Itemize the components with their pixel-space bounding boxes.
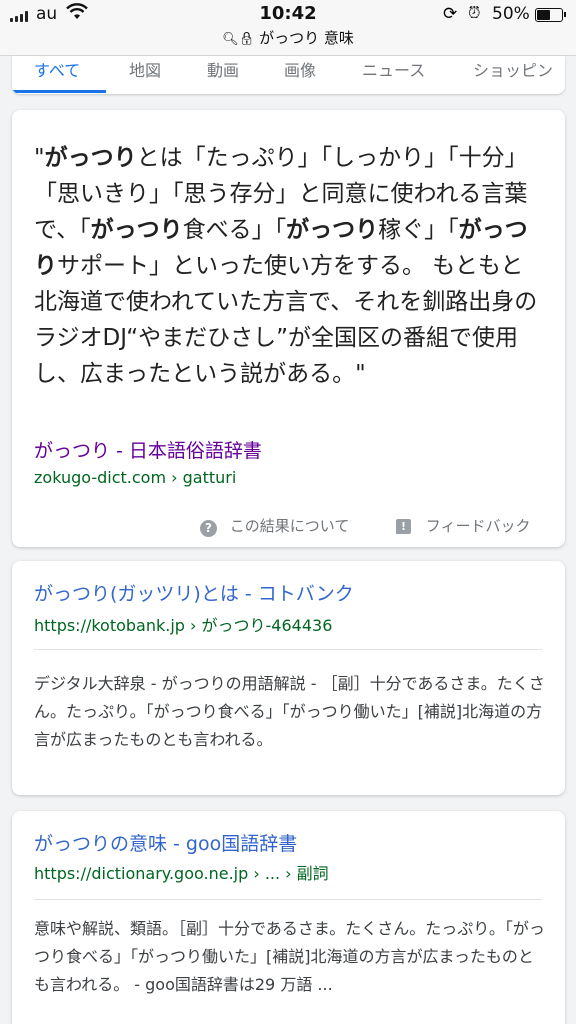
result-title[interactable]: がっつり(ガッツリ)とは - コトバンク (34, 579, 354, 606)
feedback-link[interactable]: ! フィードバック (396, 515, 530, 536)
tab-images[interactable]: 画像 (284, 57, 316, 81)
search-tabs: すべて 地図 動画 画像 ニュース ショッピン (12, 56, 565, 94)
address-bar[interactable]: 🔍︎🔒︎ がっつり 意味 (0, 27, 576, 48)
snippet-highlight: がっつり (44, 145, 137, 171)
active-tab-indicator (12, 90, 106, 93)
snippet-segment: サポート」といった使い方をする。 もともと北海道で使われていた方言で、それを釧路… (34, 253, 538, 387)
tab-news[interactable]: ニュース (362, 57, 425, 81)
search-result-card: がっつりの意味 - goo国語辞書 https://dictionary.goo… (12, 811, 565, 1024)
featured-snippet-card: "がっつりとは「たっぷり」「しっかり」「十分」「思いきり」「思う存分」と同意に使… (12, 110, 565, 547)
about-result-link[interactable]: ? この結果について (200, 515, 349, 537)
feedback-icon: ! (396, 519, 411, 534)
snippet-segment: 食べる」「 (182, 217, 287, 243)
search-lock-icon: 🔍︎🔒︎ (222, 32, 256, 47)
result-divider (34, 899, 542, 900)
tab-videos[interactable]: 動画 (207, 57, 239, 81)
result-url[interactable]: https://dictionary.goo.ne.jp › ... › 副詞 (34, 860, 329, 884)
snippet-highlight: がっつり (90, 217, 183, 243)
snippet-highlight: がっつり (286, 217, 379, 243)
address-query: がっつり 意味 (259, 29, 354, 47)
result-description: 意味や解説、類語。［副］十分であるさま。たくさん。たっぷり。「がっつり食べる」「… (34, 919, 545, 994)
snippet-segment: " (34, 145, 45, 171)
battery-percentage: 50% (492, 4, 530, 24)
result-title[interactable]: がっつりの意味 - goo国語辞書 (34, 829, 297, 856)
alarm-icon: ⏰︎ (468, 3, 481, 22)
tab-shopping[interactable]: ショッピン (473, 57, 553, 81)
result-divider (34, 649, 542, 650)
result-url[interactable]: https://kotobank.jp › がっつり-464436 (34, 612, 332, 636)
rotation-lock-icon: ⟳ (443, 4, 458, 24)
about-result-label: この結果について (229, 517, 350, 535)
tab-maps[interactable]: 地図 (129, 57, 161, 81)
battery-icon (535, 8, 566, 22)
help-icon: ? (200, 520, 217, 537)
snippet-segment: 稼ぐ」「 (378, 217, 459, 243)
status-bar: au 10:42 🔍︎🔒︎ がっつり 意味 ⟳ ⏰︎ 50% (0, 0, 576, 56)
featured-snippet-text: "がっつりとは「たっぷり」「しっかり」「十分」「思いきり」「思う存分」と同意に使… (34, 140, 544, 392)
tab-all[interactable]: すべて (34, 57, 80, 81)
result-description: デジタル大辞泉 - がっつりの用語解説 - ［副］十分であるさま。たくさん。たっ… (34, 674, 545, 749)
featured-source-url[interactable]: zokugo-dict.com › gatturi (34, 468, 236, 487)
battery-fill (537, 10, 550, 20)
search-result-card: がっつり(ガッツリ)とは - コトバンク https://kotobank.jp… (12, 561, 565, 795)
clock: 10:42 (259, 3, 317, 24)
featured-source-title[interactable]: がっつり - 日本語俗語辞書 (34, 436, 262, 463)
feedback-label: フィードバック (425, 517, 531, 535)
